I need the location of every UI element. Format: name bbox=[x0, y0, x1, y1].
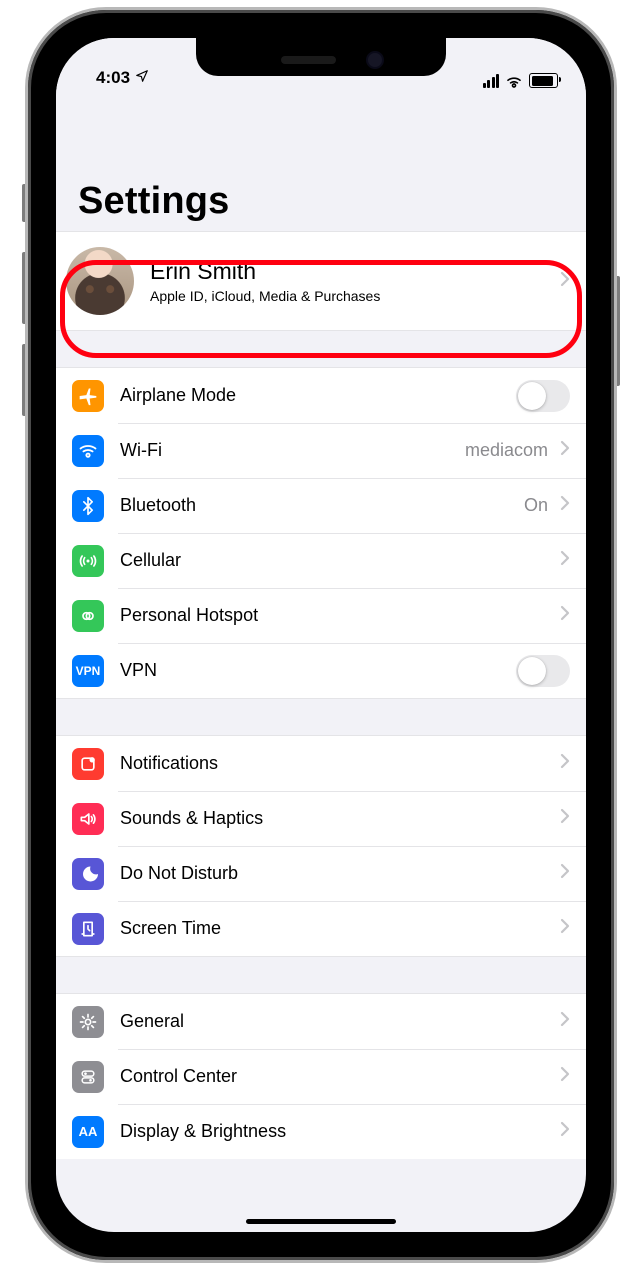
row-label: Cellular bbox=[120, 550, 556, 571]
home-indicator[interactable] bbox=[246, 1219, 396, 1224]
row-control-center[interactable]: Control Center bbox=[56, 1049, 586, 1104]
chevron-right-icon bbox=[560, 605, 570, 626]
row-sounds[interactable]: Sounds & Haptics bbox=[56, 791, 586, 846]
row-personal-hotspot[interactable]: Personal Hotspot bbox=[56, 588, 586, 643]
page-title: Settings bbox=[78, 180, 564, 223]
row-do-not-disturb[interactable]: Do Not Disturb bbox=[56, 846, 586, 901]
row-label: Do Not Disturb bbox=[120, 863, 556, 884]
chevron-right-icon bbox=[560, 1011, 570, 1032]
row-label: Wi-Fi bbox=[120, 440, 465, 461]
row-airplane-mode[interactable]: Airplane Mode bbox=[56, 367, 586, 423]
do-not-disturb-icon bbox=[72, 858, 104, 890]
airplane-mode-switch[interactable] bbox=[516, 380, 570, 412]
row-label: VPN bbox=[120, 660, 516, 681]
row-notifications[interactable]: Notifications bbox=[56, 735, 586, 791]
airplane-icon bbox=[72, 380, 104, 412]
vpn-icon: VPN bbox=[72, 655, 104, 687]
row-label: Control Center bbox=[120, 1066, 556, 1087]
chevron-right-icon bbox=[560, 1121, 570, 1142]
location-icon bbox=[135, 68, 149, 88]
page-header: Settings bbox=[56, 90, 586, 231]
control-center-icon bbox=[72, 1061, 104, 1093]
status-time: 4:03 bbox=[96, 68, 130, 88]
row-display-brightness[interactable]: AA Display & Brightness bbox=[56, 1104, 586, 1159]
settings-group-notifications: Notifications Sounds & Haptics bbox=[56, 735, 586, 957]
wifi-value: mediacom bbox=[465, 440, 548, 461]
chevron-right-icon bbox=[560, 918, 570, 939]
cellular-icon bbox=[72, 545, 104, 577]
profile-subtitle: Apple ID, iCloud, Media & Purchases bbox=[150, 288, 556, 304]
row-screen-time[interactable]: Screen Time bbox=[56, 901, 586, 957]
row-label: Personal Hotspot bbox=[120, 605, 556, 626]
cellular-signal-icon bbox=[483, 74, 500, 88]
avatar bbox=[66, 247, 134, 315]
screen: 4:03 bbox=[56, 38, 586, 1232]
vpn-switch[interactable] bbox=[516, 655, 570, 687]
chevron-right-icon bbox=[560, 753, 570, 774]
bluetooth-icon bbox=[72, 490, 104, 522]
device-frame: 4:03 bbox=[28, 10, 614, 1260]
row-general[interactable]: General bbox=[56, 993, 586, 1049]
display-icon: AA bbox=[72, 1116, 104, 1148]
profile-name: Erin Smith bbox=[150, 258, 556, 286]
general-icon bbox=[72, 1006, 104, 1038]
chevron-right-icon bbox=[560, 550, 570, 571]
row-label: Airplane Mode bbox=[120, 385, 516, 406]
settings-group-general: General Control Center bbox=[56, 993, 586, 1159]
chevron-right-icon bbox=[560, 495, 570, 516]
settings-group-connectivity: Airplane Mode Wi-Fi mediacom bbox=[56, 367, 586, 699]
sounds-icon bbox=[72, 803, 104, 835]
hotspot-icon bbox=[72, 600, 104, 632]
bluetooth-value: On bbox=[524, 495, 548, 516]
chevron-right-icon bbox=[560, 271, 570, 292]
chevron-right-icon bbox=[560, 808, 570, 829]
chevron-right-icon bbox=[560, 863, 570, 884]
row-cellular[interactable]: Cellular bbox=[56, 533, 586, 588]
wifi-settings-icon bbox=[72, 435, 104, 467]
row-wifi[interactable]: Wi-Fi mediacom bbox=[56, 423, 586, 478]
row-label: Screen Time bbox=[120, 918, 556, 939]
screen-time-icon bbox=[72, 913, 104, 945]
row-label: General bbox=[120, 1011, 556, 1032]
row-label: Notifications bbox=[120, 753, 556, 774]
chevron-right-icon bbox=[560, 1066, 570, 1087]
chevron-right-icon bbox=[560, 440, 570, 461]
row-label: Display & Brightness bbox=[120, 1121, 556, 1142]
row-label: Bluetooth bbox=[120, 495, 524, 516]
battery-icon bbox=[529, 73, 558, 88]
wifi-icon bbox=[505, 74, 523, 88]
row-vpn[interactable]: VPN VPN bbox=[56, 643, 586, 699]
apple-id-row[interactable]: Erin Smith Apple ID, iCloud, Media & Pur… bbox=[56, 231, 586, 331]
row-label: Sounds & Haptics bbox=[120, 808, 556, 829]
side-power-button bbox=[614, 276, 620, 386]
notch bbox=[196, 38, 446, 76]
row-bluetooth[interactable]: Bluetooth On bbox=[56, 478, 586, 533]
notifications-icon bbox=[72, 748, 104, 780]
